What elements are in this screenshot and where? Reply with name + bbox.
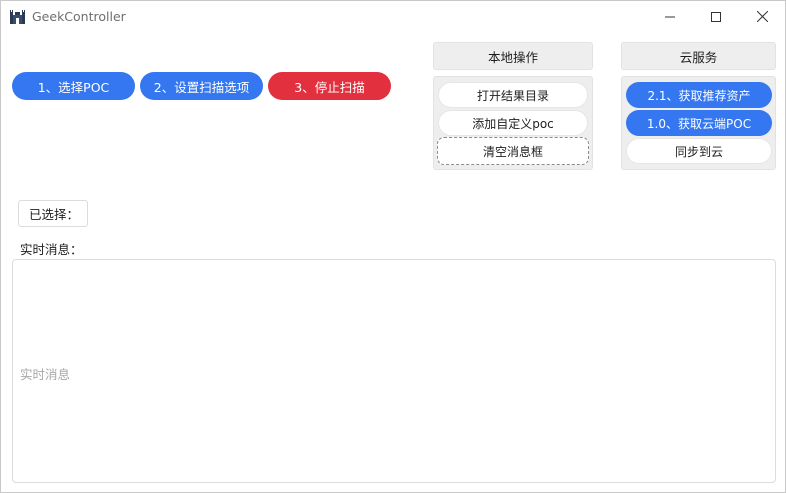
window-title: GeekController bbox=[32, 9, 126, 24]
messages-placeholder: 实时消息 bbox=[20, 367, 71, 382]
close-button[interactable] bbox=[739, 1, 785, 32]
get-cloud-poc-button[interactable]: 1.0、获取云端POC bbox=[626, 110, 772, 136]
sync-to-cloud-button[interactable]: 同步到云 bbox=[626, 138, 772, 164]
clear-messages-button[interactable]: 清空消息框 bbox=[437, 137, 589, 165]
open-results-dir-button[interactable]: 打开结果目录 bbox=[438, 82, 588, 108]
add-custom-poc-button[interactable]: 添加自定义poc bbox=[438, 110, 588, 136]
main-window: GeekController 1、选择POC 2、设置扫描选项 3、停止扫描 本… bbox=[0, 0, 786, 493]
messages-textarea[interactable]: 实时消息 bbox=[12, 259, 776, 483]
get-recommended-assets-button[interactable]: 2.1、获取推荐资产 bbox=[626, 82, 772, 108]
title-bar: GeekController bbox=[1, 1, 785, 32]
cloud-service-header[interactable]: 云服务 bbox=[621, 42, 776, 70]
selected-label: 已选择： bbox=[29, 207, 80, 222]
stop-scan-button[interactable]: 3、停止扫描 bbox=[268, 72, 391, 100]
local-ops-header[interactable]: 本地操作 bbox=[433, 42, 593, 70]
minimize-icon bbox=[665, 16, 675, 17]
maximize-button[interactable] bbox=[693, 1, 739, 32]
messages-label: 实时消息： bbox=[20, 242, 83, 257]
castle-icon bbox=[10, 10, 25, 24]
select-poc-button[interactable]: 1、选择POC bbox=[12, 72, 135, 100]
maximize-icon bbox=[711, 11, 721, 22]
close-icon bbox=[756, 11, 768, 22]
selected-poc-box: 已选择： bbox=[18, 200, 88, 227]
scan-settings-button[interactable]: 2、设置扫描选项 bbox=[140, 72, 263, 100]
minimize-button[interactable] bbox=[647, 1, 693, 32]
